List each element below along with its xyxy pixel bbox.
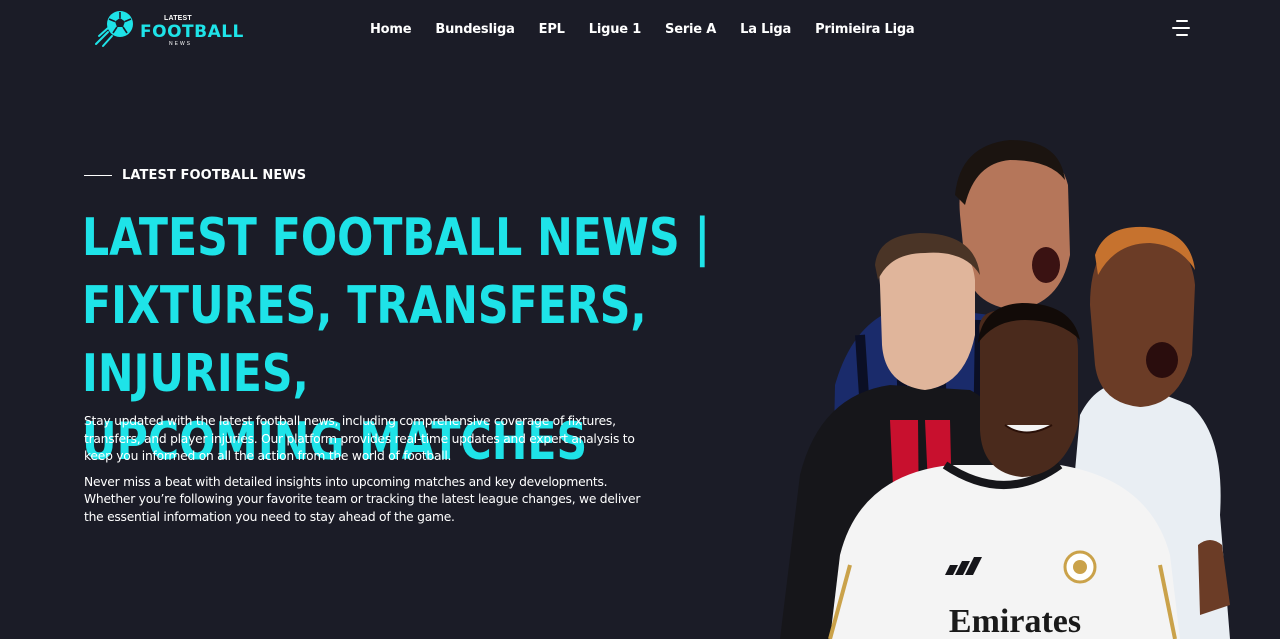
site-header: LATEST FOOTBALL NEWS Home Bundesliga EPL…	[0, 0, 1280, 60]
logo-small-text: LATEST	[164, 15, 192, 22]
hero-description: Stay updated with the latest football ne…	[84, 413, 654, 526]
hero-eyebrow: LATEST FOOTBALL NEWS	[84, 166, 306, 184]
logo-sub-text: NEWS	[169, 41, 192, 47]
nav-item-ligue-1[interactable]: Ligue 1	[577, 20, 653, 40]
hero-players-image: Emirates	[760, 135, 1260, 639]
nav-item-epl[interactable]: EPL	[527, 20, 577, 40]
logo-main-text: FOOTBALL	[140, 22, 244, 42]
football-logo-icon	[94, 8, 136, 50]
logo-wordmark: LATEST FOOTBALL NEWS	[140, 12, 243, 47]
nav-item-la-liga[interactable]: La Liga	[728, 20, 803, 40]
jersey-sponsor-text: Emirates	[949, 603, 1081, 639]
hero-paragraph: Stay updated with the latest football ne…	[84, 414, 635, 463]
nav-item-home[interactable]: Home	[358, 20, 423, 40]
nav-item-primieira-liga[interactable]: Primieira Liga	[803, 20, 926, 40]
hero-paragraph: Never miss a beat with detailed insights…	[84, 474, 641, 524]
hamburger-menu-icon[interactable]	[1172, 19, 1192, 37]
eyebrow-divider	[84, 174, 112, 176]
hero-title-line: LATEST FOOTBALL NEWS |	[82, 208, 711, 268]
main-nav: Home Bundesliga EPL Ligue 1 Serie A La L…	[358, 20, 927, 40]
site-logo[interactable]: LATEST FOOTBALL NEWS	[94, 8, 243, 50]
nav-item-serie-a[interactable]: Serie A	[653, 20, 728, 40]
hero-title-line: FIXTURES, TRANSFERS, INJURIES,	[82, 276, 647, 404]
nav-item-bundesliga[interactable]: Bundesliga	[423, 20, 526, 40]
eyebrow-text: LATEST FOOTBALL NEWS	[122, 167, 307, 183]
